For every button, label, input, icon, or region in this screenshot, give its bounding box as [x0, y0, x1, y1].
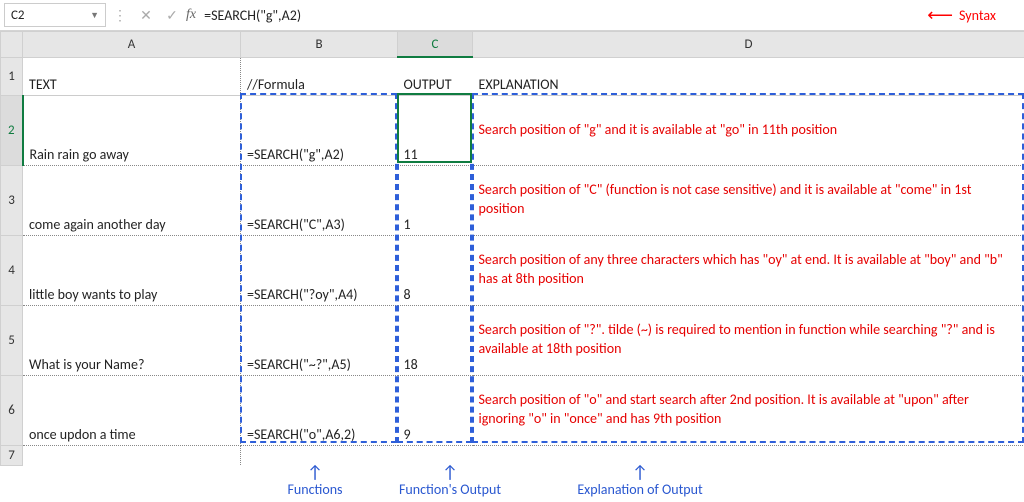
- row-6: 6 once updon a time =SEARCH("o",A6,2) 9 …: [1, 375, 1024, 445]
- cell-B5[interactable]: =SEARCH("~?",A5): [241, 305, 398, 375]
- row-header-2[interactable]: 2: [1, 95, 23, 165]
- cell-B1[interactable]: //Formula: [241, 57, 398, 95]
- row-7: 7: [1, 445, 1024, 465]
- cell-B4[interactable]: =SEARCH("?oy",A4): [241, 235, 398, 305]
- spreadsheet-grid: A B C D 1 TEXT //Formula OUTPUT EXPLANAT…: [0, 31, 1024, 466]
- cell-A2[interactable]: Rain rain go away: [23, 95, 241, 165]
- cancel-icon[interactable]: ✕: [138, 7, 154, 24]
- anno-functions: ↑ Functions: [255, 463, 375, 498]
- syntax-label: Syntax: [959, 7, 996, 24]
- cell-A3[interactable]: come again another day: [23, 165, 241, 235]
- cell-A4[interactable]: little boy wants to play: [23, 235, 241, 305]
- cell-D7[interactable]: [473, 445, 1024, 465]
- arrow-up-icon: ↑: [370, 463, 530, 481]
- divider-icon: ⋮: [112, 7, 128, 24]
- syntax-annotation: ⟵ Syntax: [927, 6, 996, 24]
- cell-D6[interactable]: Search position of "o" and start search …: [473, 375, 1024, 445]
- row-1: 1 TEXT //Formula OUTPUT EXPLANATION: [1, 57, 1024, 95]
- row-header-7[interactable]: 7: [1, 445, 23, 465]
- arrow-up-icon: ↑: [255, 463, 375, 481]
- cell-D3[interactable]: Search position of "C" (function is not …: [473, 165, 1024, 235]
- row-header-1[interactable]: 1: [1, 57, 23, 95]
- row-3: 3 come again another day =SEARCH("C",A3)…: [1, 165, 1024, 235]
- col-header-D[interactable]: D: [473, 32, 1024, 58]
- enter-icon[interactable]: ✓: [164, 7, 180, 24]
- cell-B3[interactable]: =SEARCH("C",A3): [241, 165, 398, 235]
- row-5: 5 What is your Name? =SEARCH("~?",A5) 18…: [1, 305, 1024, 375]
- name-box-value: C2: [11, 8, 25, 23]
- cell-B2[interactable]: =SEARCH("g",A2): [241, 95, 398, 165]
- sheet-table[interactable]: A B C D 1 TEXT //Formula OUTPUT EXPLANAT…: [0, 31, 1024, 466]
- row-2: 2 Rain rain go away =SEARCH("g",A2) 11 S…: [1, 95, 1024, 165]
- row-header-5[interactable]: 5: [1, 305, 23, 375]
- arrow-left-icon: ⟵: [927, 6, 953, 24]
- cell-D1[interactable]: EXPLANATION: [473, 57, 1024, 95]
- chevron-down-icon[interactable]: ▼: [90, 10, 99, 21]
- cell-C3[interactable]: 1: [398, 165, 473, 235]
- arrow-up-icon: ↑: [540, 463, 740, 481]
- cell-C6[interactable]: 9: [398, 375, 473, 445]
- cell-C7[interactable]: [398, 445, 473, 465]
- cell-A1[interactable]: TEXT: [23, 57, 241, 95]
- col-header-A[interactable]: A: [23, 32, 241, 58]
- anno-functions-label: Functions: [287, 481, 342, 498]
- cell-C4[interactable]: 8: [398, 235, 473, 305]
- name-box[interactable]: C2 ▼: [4, 3, 106, 27]
- fx-icon[interactable]: fx: [186, 7, 196, 23]
- cell-A7[interactable]: [23, 445, 241, 465]
- anno-explanation-label: Explanation of Output: [577, 481, 702, 498]
- col-header-B[interactable]: B: [241, 32, 398, 58]
- row-header-6[interactable]: 6: [1, 375, 23, 445]
- cell-B6[interactable]: =SEARCH("o",A6,2): [241, 375, 398, 445]
- column-header-row: A B C D: [1, 32, 1024, 58]
- cell-C5[interactable]: 18: [398, 305, 473, 375]
- formula-text: =SEARCH("g",A2): [204, 7, 301, 24]
- anno-output-label: Function's Output: [399, 481, 501, 498]
- anno-explanation: ↑ Explanation of Output: [540, 463, 740, 498]
- cell-A5[interactable]: What is your Name?: [23, 305, 241, 375]
- row-header-3[interactable]: 3: [1, 165, 23, 235]
- row-4: 4 little boy wants to play =SEARCH("?oy"…: [1, 235, 1024, 305]
- formula-input[interactable]: =SEARCH("g",A2): [204, 7, 927, 24]
- cell-A6[interactable]: once updon a time: [23, 375, 241, 445]
- select-all-corner[interactable]: [1, 32, 23, 58]
- anno-output: ↑ Function's Output: [370, 463, 530, 498]
- cell-C1[interactable]: OUTPUT: [398, 57, 473, 95]
- cell-D4[interactable]: Search position of any three characters …: [473, 235, 1024, 305]
- formula-bar-buttons: ⋮ ✕ ✓: [112, 7, 180, 24]
- formula-bar: C2 ▼ ⋮ ✕ ✓ fx =SEARCH("g",A2) ⟵ Syntax: [0, 0, 1024, 31]
- row-header-4[interactable]: 4: [1, 235, 23, 305]
- col-header-C[interactable]: C: [398, 32, 473, 58]
- cell-C2[interactable]: 11: [398, 95, 473, 165]
- cell-D2[interactable]: Search position of "g" and it is availab…: [473, 95, 1024, 165]
- cell-D5[interactable]: Search position of "?". tilde (~) is req…: [473, 305, 1024, 375]
